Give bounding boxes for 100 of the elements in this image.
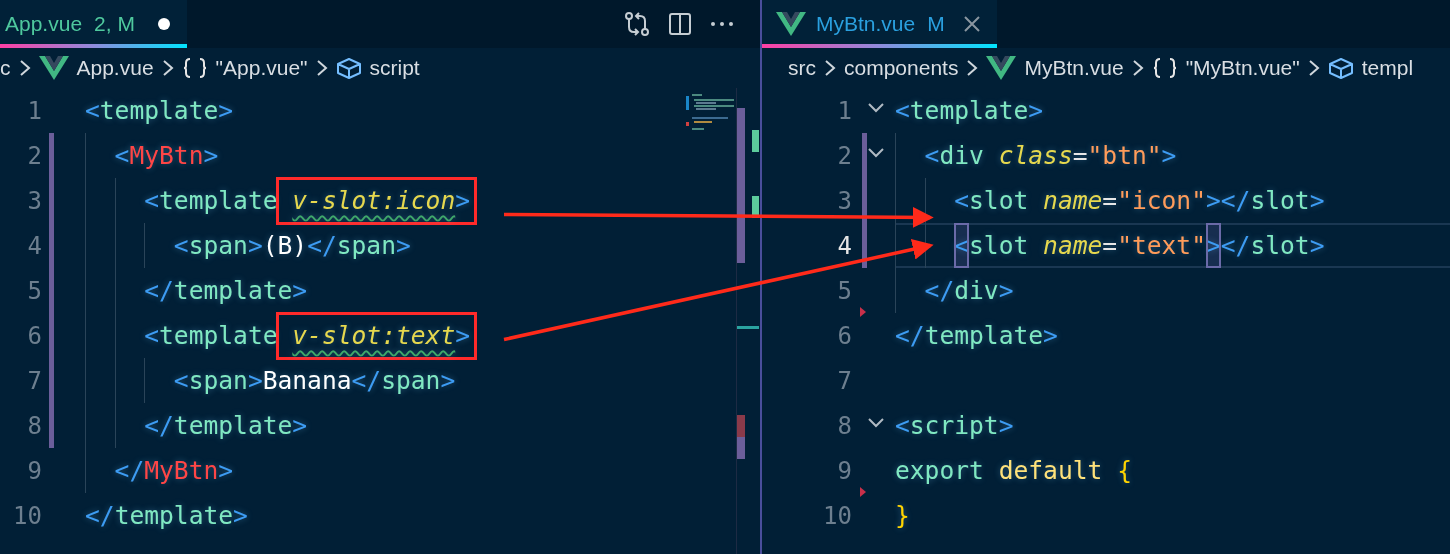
code-token: < <box>114 140 130 172</box>
code-token: template <box>924 320 1044 352</box>
code-token: > <box>396 230 411 262</box>
code-token: div <box>939 140 985 172</box>
deletion-marker[interactable] <box>860 487 866 497</box>
code-token: </ <box>307 230 337 262</box>
fold-chevron-icon[interactable] <box>867 102 885 114</box>
code-token: "btn" <box>1087 140 1162 172</box>
more-icon[interactable] <box>710 21 734 27</box>
code-token: < <box>173 365 189 397</box>
code-token: = <box>1072 140 1088 172</box>
editor-tab[interactable]: MyBtn.vue M <box>762 0 997 48</box>
code-token: MyBtn <box>129 140 204 172</box>
code-token: Banana <box>262 365 352 397</box>
breadcrumb-item[interactable]: src <box>788 56 816 80</box>
braces-icon <box>181 56 208 80</box>
line-number: 2 <box>836 141 852 170</box>
code-token: name <box>1043 185 1103 217</box>
line-number: 6 <box>26 321 42 350</box>
close-icon[interactable] <box>962 15 981 33</box>
code-token: > <box>233 500 248 532</box>
chevron-icon <box>18 58 31 78</box>
code-token: slot <box>1250 230 1310 262</box>
code-token: = <box>1102 230 1118 262</box>
code-token: template <box>114 500 234 532</box>
breadcrumb-item[interactable]: templ <box>1361 56 1414 80</box>
line-number: 10 <box>822 501 852 530</box>
code-token: > <box>292 410 308 442</box>
line-number: 9 <box>836 456 852 485</box>
code-token: class <box>998 140 1073 172</box>
breadcrumb-item[interactable]: components <box>844 56 959 80</box>
code-token: </ <box>895 320 925 352</box>
vue-icon <box>38 56 69 80</box>
unsaved-dot-icon[interactable] <box>156 17 171 31</box>
code-token: < <box>954 185 970 217</box>
fold-chevron-icon[interactable] <box>867 147 885 159</box>
code-token: < <box>85 95 100 127</box>
code-token: > <box>998 275 1014 307</box>
line-number: 2 <box>26 141 42 170</box>
code-token: { <box>1117 455 1132 487</box>
chevron-icon <box>966 58 979 78</box>
code-token: slot <box>1250 185 1310 217</box>
code-token: "icon" <box>1117 185 1206 217</box>
split-editor-icon[interactable] <box>668 12 692 36</box>
code-token: template <box>99 95 219 127</box>
breadcrumb-item[interactable]: script <box>369 56 420 80</box>
code-token: > <box>998 410 1014 442</box>
code-token: span <box>188 365 248 397</box>
line-number: 3 <box>26 186 42 215</box>
breadcrumb-item[interactable]: c <box>0 56 11 80</box>
code-token: default <box>998 455 1104 487</box>
code-token: < <box>895 95 910 127</box>
tab-label: App.vue <box>5 12 83 36</box>
code-token: < <box>144 185 160 217</box>
code-token: > <box>218 95 234 127</box>
breadcrumb-item[interactable]: "MyBtn.vue" <box>1185 56 1300 80</box>
line-number: 7 <box>836 366 852 395</box>
change-marker[interactable] <box>862 223 867 268</box>
cube-icon <box>335 56 362 80</box>
compare-changes-icon[interactable] <box>624 11 650 37</box>
code-token: > <box>1309 185 1325 217</box>
line-number: 5 <box>836 276 852 305</box>
warning-token: v-slot:icon <box>292 184 456 217</box>
code-token: </ <box>924 275 955 307</box>
braces-icon <box>1151 56 1178 80</box>
breadcrumb-item[interactable]: MyBtn.vue <box>1024 56 1124 80</box>
code-token: > <box>292 275 308 307</box>
code-token: </ <box>144 275 174 307</box>
code-token: > <box>247 365 263 397</box>
code-token: } <box>895 500 910 532</box>
code-token: > <box>1028 95 1044 127</box>
code-token: ></ <box>1206 185 1251 217</box>
code-token: slot <box>969 185 1030 217</box>
code-token: </ <box>144 410 174 442</box>
change-marker[interactable] <box>49 133 54 178</box>
code-token: (B) <box>262 230 308 262</box>
code-token: template <box>159 185 279 217</box>
code-token: span <box>188 230 248 262</box>
code-token: > <box>1161 140 1177 172</box>
deletion-marker[interactable] <box>860 307 866 317</box>
line-number: 10 <box>12 501 42 530</box>
breadcrumb-item[interactable]: "App.vue" <box>215 56 308 80</box>
chevron-icon <box>1131 58 1144 78</box>
vue-icon <box>986 56 1017 80</box>
breadcrumb-item[interactable]: App.vue <box>76 56 154 80</box>
editor-tab[interactable]: App.vue 2, M <box>0 0 187 48</box>
change-marker[interactable] <box>862 133 867 178</box>
fold-chevron-icon[interactable] <box>867 417 885 429</box>
code-token: < <box>924 140 940 172</box>
line-number: 9 <box>26 456 42 485</box>
code-token: = <box>1102 185 1118 217</box>
code-token: < <box>144 320 160 352</box>
line-number: 8 <box>836 411 852 440</box>
chevron-icon <box>161 58 174 78</box>
code-token: </ <box>351 365 382 397</box>
code-token: < <box>895 410 910 442</box>
warning-token: v-slot:text <box>292 319 456 352</box>
change-marker[interactable] <box>49 403 54 448</box>
code-token: > <box>455 319 470 352</box>
code-token: span <box>381 365 441 397</box>
